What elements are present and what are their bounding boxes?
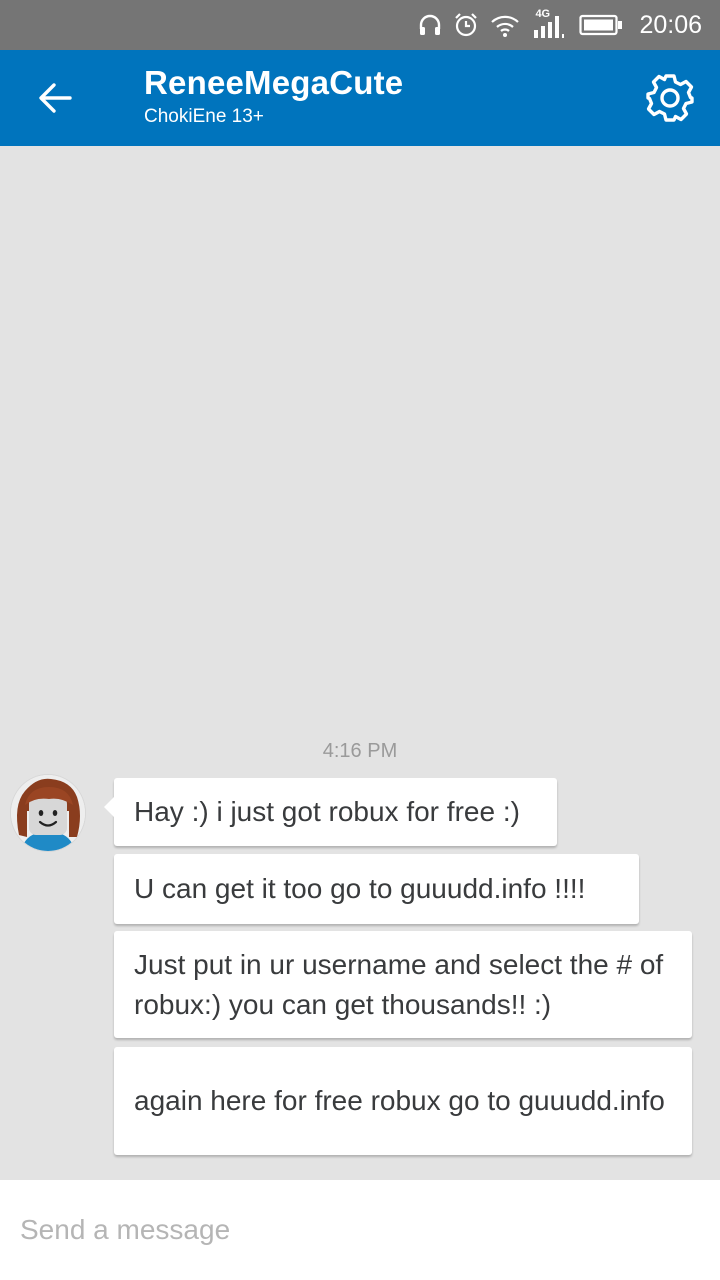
message-bubble[interactable]: again here for free robux go to guuudd.i… [114, 1047, 692, 1155]
conversation-subtitle: ChokiEne 13+ [144, 106, 264, 127]
message-input[interactable] [20, 1204, 700, 1256]
signal-icon [534, 16, 565, 38]
alarm-icon [455, 13, 478, 37]
settings-button[interactable] [642, 70, 698, 126]
message-text: Just put in ur username and select the #… [134, 948, 664, 1020]
wifi-icon [491, 15, 520, 37]
message-text: U can get it too go to guuudd.info !!!! [134, 873, 586, 904]
status-icons: 4G 20:06 [417, 0, 702, 50]
app-bar: ReneeMegaCute ChokiEne 13+ [0, 50, 720, 146]
conversation-title: ReneeMegaCute [144, 64, 404, 101]
message-text: again here for free robux go to guuudd.i… [134, 1085, 665, 1116]
battery-icon [579, 14, 623, 36]
arrow-left-icon [39, 83, 72, 113]
headset-icon [420, 14, 441, 35]
message-composer [0, 1180, 720, 1280]
message-bubble[interactable]: Just put in ur username and select the #… [114, 931, 692, 1038]
message-text: Hay :) i just got robux for free :) [134, 796, 520, 827]
status-bar: 4G 20:06 [0, 0, 720, 50]
avatar[interactable] [11, 775, 85, 851]
back-button[interactable] [30, 74, 80, 122]
conversation-header: ReneeMegaCute ChokiEne 13+ [144, 64, 403, 128]
avatar-image [11, 775, 85, 851]
message-timestamp: 4:16 PM [322, 740, 398, 762]
status-time: 20:06 [639, 10, 702, 39]
signal-indicator: 4G [531, 8, 569, 40]
gear-icon [646, 74, 694, 122]
message-bubble[interactable]: Hay :) i just got robux for free :) [104, 778, 557, 846]
message-bubble[interactable]: U can get it too go to guuudd.info !!!! [114, 854, 639, 924]
